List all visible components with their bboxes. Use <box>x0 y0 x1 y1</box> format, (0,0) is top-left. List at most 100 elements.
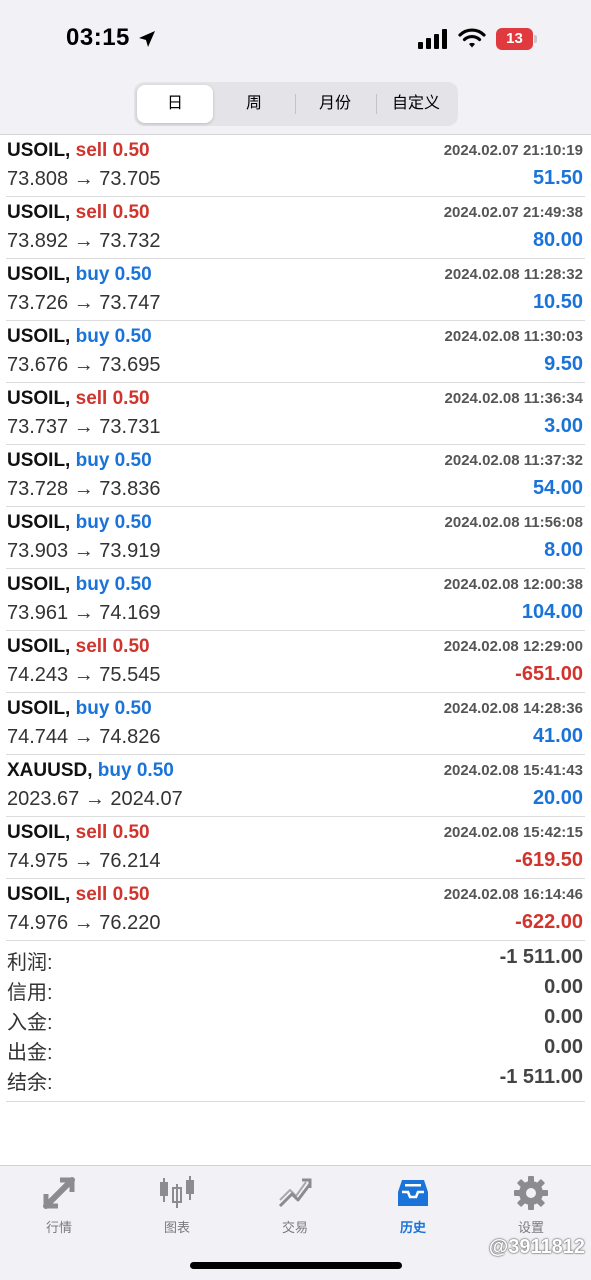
trade-row[interactable]: USOIL, sell 0.50 2024.02.08 12:29:00 74.24… <box>6 631 585 693</box>
segment-day[interactable]: 日 <box>137 85 213 123</box>
trade-row[interactable]: USOIL, buy 0.50 2024.02.08 14:28:36 74.744… <box>6 693 585 755</box>
trade-profit: 54.00 <box>532 477 583 499</box>
trade-row[interactable]: USOIL, sell 0.50 2024.02.07 21:49:38 73.89… <box>6 197 585 259</box>
segment-week[interactable]: 周 <box>216 85 292 123</box>
trade-symbol: USOIL, <box>7 636 71 657</box>
trade-profit: -619.50 <box>515 849 583 871</box>
trade-symbol: USOIL, <box>7 264 71 285</box>
tab-history-label: 历史 <box>399 1220 426 1235</box>
trade-symbol: USOIL, <box>7 140 71 161</box>
summary-value: 0.00 <box>544 976 583 998</box>
trade-datetime: 2024.02.08 11:36:34 <box>444 390 583 407</box>
trade-prices: 73.737 → 73.731 <box>7 416 161 438</box>
tab-chart[interactable]: 图表 <box>118 1174 236 1240</box>
summary-row: 利润: -1 511.00 <box>6 943 585 974</box>
trade-symbol: USOIL, <box>7 326 71 347</box>
trade-row[interactable]: USOIL, sell 0.50 2024.02.08 11:36:34 73.73… <box>6 383 585 445</box>
trade-symbol-line: USOIL, sell 0.50 <box>7 636 150 658</box>
trade-symbol: USOIL, <box>7 512 71 533</box>
period-segmented-control: 日 周 月份 自定义 <box>134 82 458 126</box>
trade-datetime: 2024.02.08 12:29:00 <box>443 638 583 655</box>
trade-side: buy 0.50 <box>75 450 152 471</box>
trade-symbol-line: USOIL, buy 0.50 <box>7 698 152 720</box>
trade-profit: 51.50 <box>532 167 583 189</box>
summary-label: 利润: <box>7 952 53 974</box>
tab-quotes-label: 行情 <box>45 1220 72 1235</box>
tab-trade[interactable]: 交易 <box>236 1174 354 1240</box>
trade-datetime: 2024.02.08 14:28:36 <box>443 700 583 717</box>
trade-row[interactable]: USOIL, sell 0.50 2024.02.08 15:42:15 74.97… <box>6 817 585 879</box>
trade-row[interactable]: USOIL, buy 0.50 2024.02.08 11:37:32 73.728… <box>6 445 585 507</box>
trade-side: sell 0.50 <box>75 140 150 161</box>
trade-profit: 41.00 <box>532 725 583 747</box>
trade-row[interactable]: USOIL, buy 0.50 2024.02.08 11:56:08 73.903… <box>6 507 585 569</box>
location-arrow-icon <box>139 31 155 47</box>
trade-prices: 73.726 → 73.747 <box>7 292 161 314</box>
trade-symbol: USOIL, <box>7 450 71 471</box>
trade-datetime: 2024.02.07 21:49:38 <box>443 204 583 221</box>
trade-datetime: 2024.02.08 11:30:03 <box>444 328 583 345</box>
trade-side: buy 0.50 <box>75 512 152 533</box>
trade-profit: 9.50 <box>544 353 583 375</box>
trade-symbol-line: USOIL, sell 0.50 <box>7 884 150 906</box>
trade-datetime: 2024.02.08 12:00:38 <box>443 576 583 593</box>
trade-prices: 74.243 → 75.545 <box>7 664 161 686</box>
trade-side: buy 0.50 <box>75 326 152 347</box>
trade-symbol: USOIL, <box>7 698 71 719</box>
trade-side: sell 0.50 <box>75 388 150 409</box>
home-indicator[interactable] <box>190 1262 402 1269</box>
trade-side: buy 0.50 <box>75 698 152 719</box>
trade-prices: 74.975 → 76.214 <box>7 850 161 872</box>
trade-row[interactable]: USOIL, buy 0.50 2024.02.08 12:00:38 73.961… <box>6 569 585 631</box>
settings-gear-icon <box>514 1176 548 1210</box>
trade-symbol-line: USOIL, sell 0.50 <box>7 202 150 224</box>
trade-symbol-line: USOIL, sell 0.50 <box>7 388 150 410</box>
summary-label: 入金: <box>7 1012 53 1034</box>
tab-history[interactable]: 历史 <box>354 1174 472 1240</box>
summary-row: 入金: 0.00 <box>6 1003 585 1034</box>
quotes-arrows-icon <box>43 1177 75 1209</box>
trade-datetime: 2024.02.08 15:42:15 <box>443 824 583 841</box>
trade-row[interactable]: USOIL, sell 0.50 2024.02.07 21:10:19 73.80… <box>6 135 585 197</box>
tab-settings[interactable]: 设置 <box>472 1174 590 1240</box>
trade-history-list: USOIL, sell 0.50 2024.02.07 21:10:19 73.80… <box>0 135 591 941</box>
trade-datetime: 2024.02.08 16:14:46 <box>443 886 583 903</box>
summary-row: 出金: 0.00 <box>6 1033 585 1064</box>
trade-row[interactable]: USOIL, buy 0.50 2024.02.08 11:28:32 73.726… <box>6 259 585 321</box>
trade-profit: 10.50 <box>532 291 583 313</box>
trade-row[interactable]: USOIL, sell 0.50 2024.02.08 16:14:46 74.97… <box>6 879 585 941</box>
trade-symbol: USOIL, <box>7 202 71 223</box>
trade-prices: 73.728 → 73.836 <box>7 478 161 500</box>
summary-label: 出金: <box>7 1042 53 1064</box>
tab-chart-label: 图表 <box>163 1220 190 1235</box>
trade-row[interactable]: USOIL, buy 0.50 2024.02.08 11:30:03 73.676… <box>6 321 585 383</box>
status-bar: 03:15 13 <box>0 0 591 80</box>
battery-level: 13 <box>506 30 523 47</box>
trade-symbol-line: USOIL, sell 0.50 <box>7 140 150 162</box>
trade-prices: 74.744 → 74.826 <box>7 726 161 748</box>
trade-prices: 73.961 → 74.169 <box>7 602 161 624</box>
trade-symbol-line: USOIL, sell 0.50 <box>7 822 150 844</box>
trade-symbol: XAUUSD, <box>7 760 93 781</box>
trade-prices: 74.976 → 76.220 <box>7 912 161 934</box>
trade-symbol-line: USOIL, buy 0.50 <box>7 574 152 596</box>
segment-month[interactable]: 月份 <box>297 85 373 123</box>
trade-side: buy 0.50 <box>97 760 174 781</box>
trade-prices: 73.903 → 73.919 <box>7 540 161 562</box>
trade-symbol: USOIL, <box>7 822 71 843</box>
summary-label: 信用: <box>7 982 53 1004</box>
tab-trade-label: 交易 <box>281 1220 308 1235</box>
status-time: 03:15 <box>66 24 130 51</box>
battery-icon: 13 <box>496 28 538 50</box>
signal-icon <box>418 29 447 49</box>
trade-datetime: 2024.02.08 11:37:32 <box>444 452 583 469</box>
trade-prices: 73.892 → 73.732 <box>7 230 161 252</box>
trade-row[interactable]: XAUUSD, buy 0.50 2024.02.08 15:41:43 2023.… <box>6 755 585 817</box>
segment-custom[interactable]: 自定义 <box>378 85 454 123</box>
trade-profit: 3.00 <box>544 415 583 437</box>
summary-row: 信用: 0.00 <box>6 973 585 1004</box>
trade-side: sell 0.50 <box>75 884 150 905</box>
tab-quotes[interactable]: 行情 <box>0 1174 118 1240</box>
account-summary: 利润: -1 511.00 信用: 0.00 入金: 0.00 出金: 0.00 结余: -1 5… <box>6 943 585 1102</box>
tab-settings-label: 设置 <box>517 1220 544 1235</box>
